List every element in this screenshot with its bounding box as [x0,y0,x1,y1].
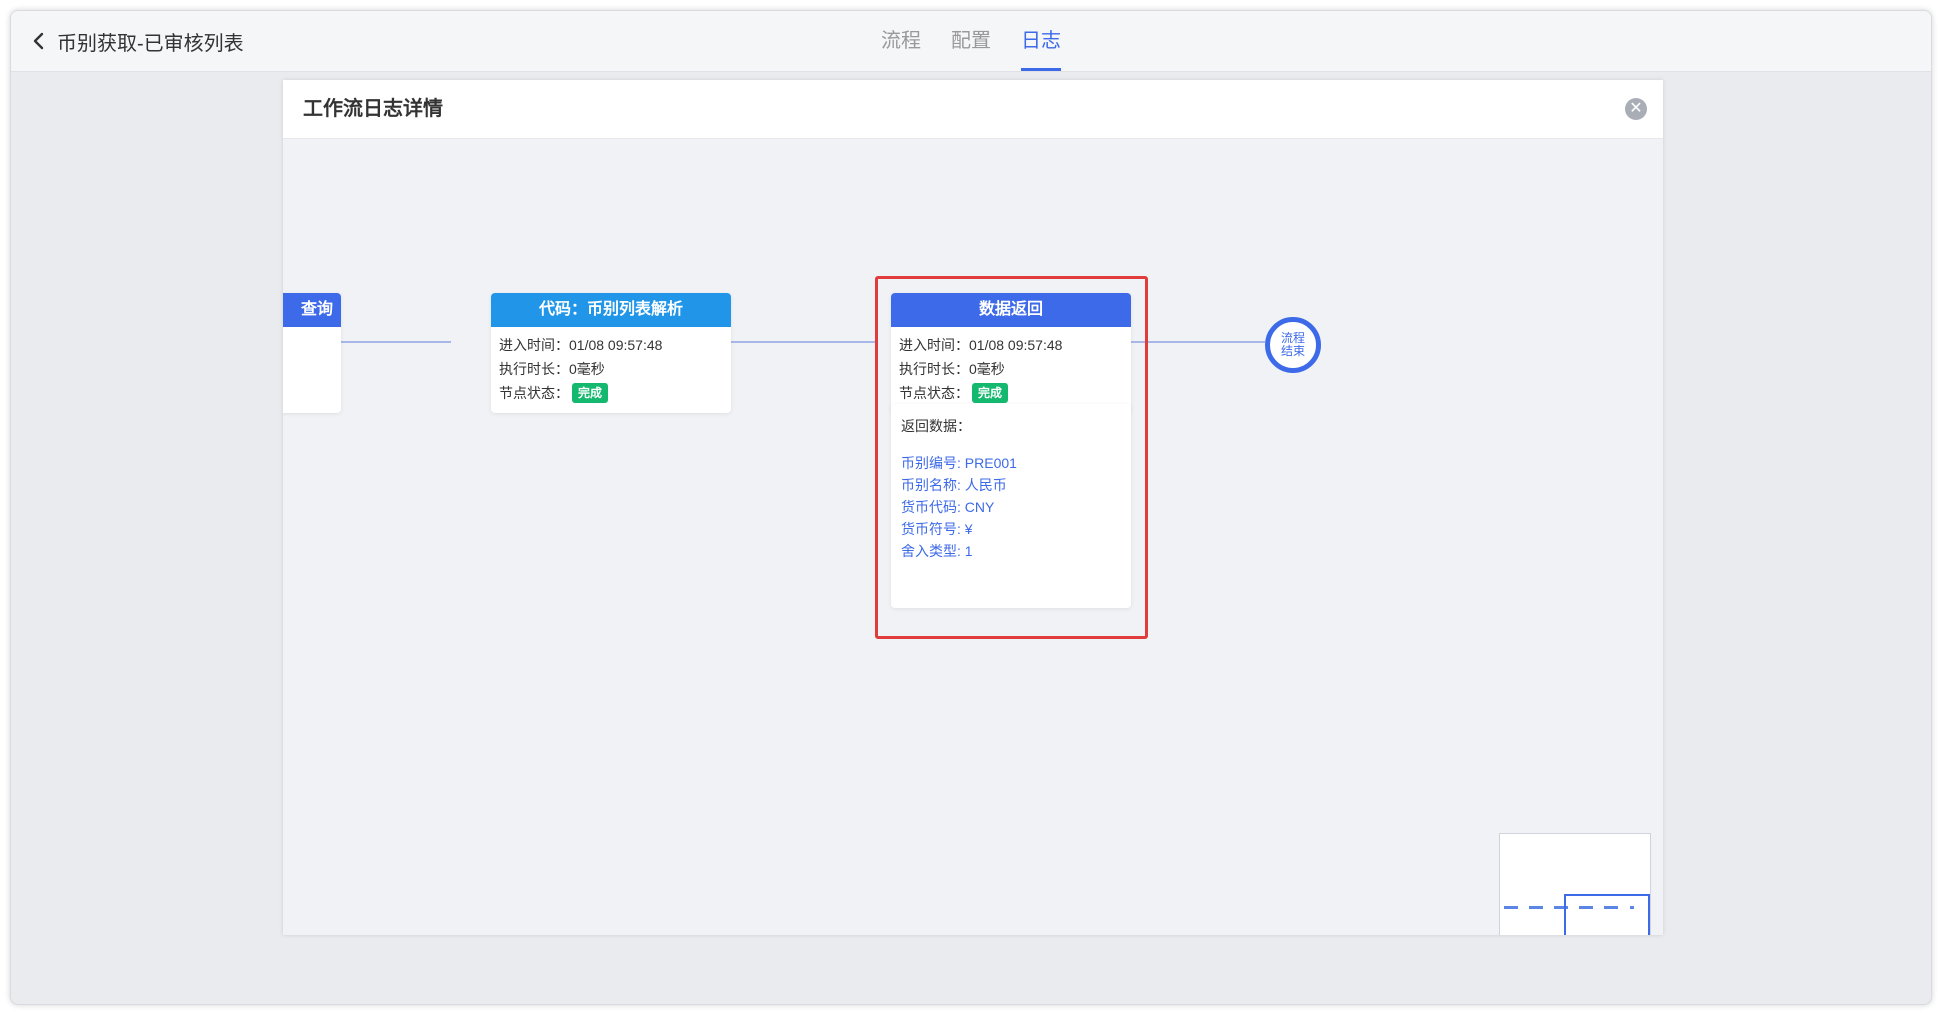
selection-highlight [875,276,1148,639]
flow-node-query[interactable]: 查询 [283,293,341,413]
node-title: 查询 [300,301,333,318]
minimap-viewport[interactable] [1564,894,1650,935]
flow-edge [731,341,877,343]
tab-bar: 流程 配置 日志 [881,11,1091,71]
tab-config[interactable]: 配置 [951,11,991,71]
back-button[interactable]: 币别获取-已审核列表 [29,25,244,57]
duration-value: 0毫秒 [569,361,605,377]
node-title: 代码：币别列表解析 [538,301,683,318]
enter-time-label: 进入时间： [499,337,569,353]
duration-label: 执行时长： [499,361,569,377]
workflow-log-dialog: 工作流日志详情 ✕ 查询 代码：币别列表解析 进入时间： 01/08 09:57… [283,80,1663,935]
flow-node-code-parse[interactable]: 代码：币别列表解析 进入时间： 01/08 09:57:48 执行时长： 0毫秒… [491,293,731,413]
close-icon[interactable]: ✕ [1625,98,1647,120]
dialog-header: 工作流日志详情 ✕ [283,80,1663,139]
end-node-label: 结束 [1280,344,1305,358]
node-header: 代码：币别列表解析 [491,293,731,327]
dialog-title: 工作流日志详情 [303,98,443,120]
tab-log[interactable]: 日志 [1021,11,1061,71]
flow-end-node[interactable]: 流程 结束 [1265,317,1321,373]
status-badge: 完成 [572,383,609,403]
flow-edge [341,341,451,343]
node-body: 进入时间： 01/08 09:57:48 执行时长： 0毫秒 节点状态： 完成 [491,327,731,413]
node-body [283,327,341,413]
flow-canvas[interactable]: 查询 代码：币别列表解析 进入时间： 01/08 09:57:48 执行时长： … [283,139,1663,935]
header-bar: 币别获取-已审核列表 流程 配置 日志 [11,11,1931,72]
chevron-left-icon [33,32,44,50]
node-header: 查询 [283,293,341,327]
page-title: 币别获取-已审核列表 [57,32,244,55]
minimap-node [1504,906,1518,909]
status-label: 节点状态： [499,385,569,401]
tab-flow[interactable]: 流程 [881,11,921,71]
enter-time-value: 01/08 09:57:48 [569,337,663,353]
app-window: 币别获取-已审核列表 流程 配置 日志 工作流日志详情 ✕ 查询 代码：币别列表… [10,10,1932,1005]
minimap[interactable] [1499,833,1651,935]
minimap-node [1529,906,1543,909]
